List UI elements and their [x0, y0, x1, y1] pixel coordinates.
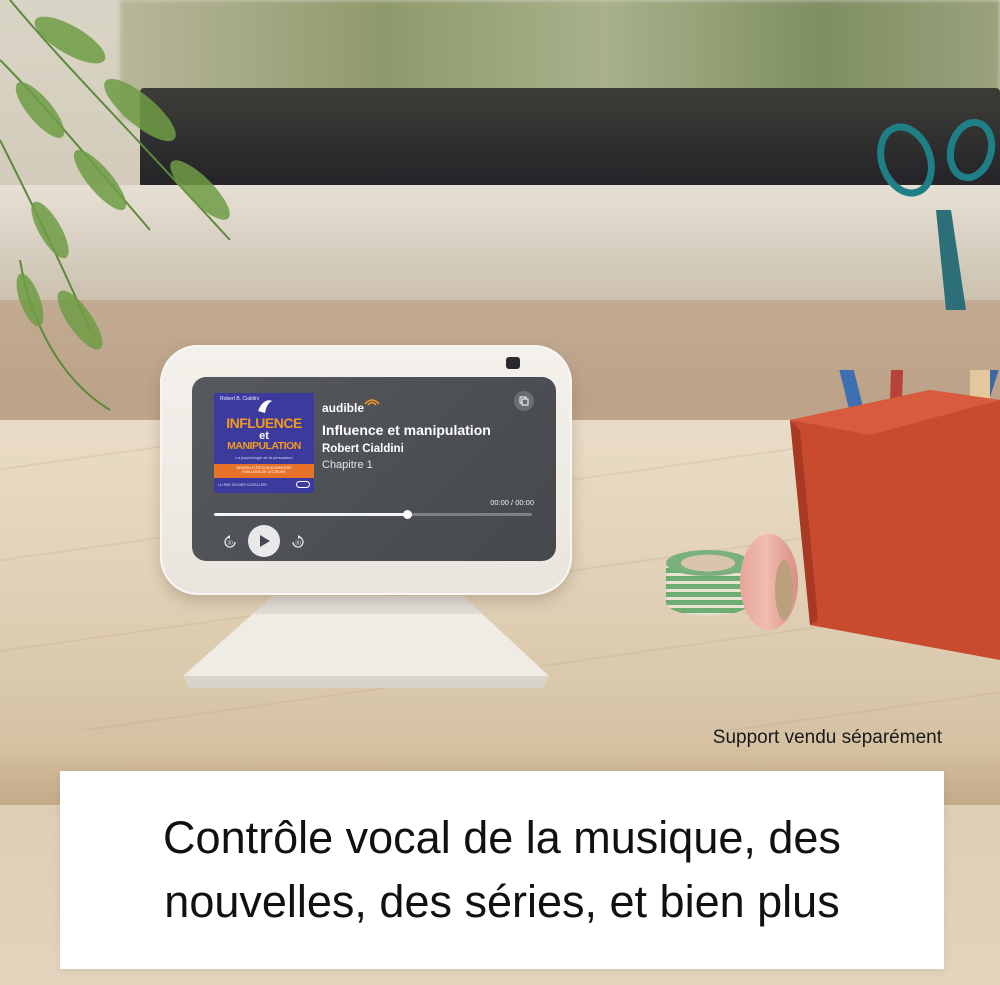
track-chapter: Chapitre 1 [322, 459, 373, 471]
forward-button[interactable]: 30 [290, 534, 306, 550]
washi-tape-pink-core [775, 560, 793, 620]
track-author: Robert Cialdini [322, 443, 404, 455]
play-button[interactable] [248, 525, 280, 557]
cover-author: Robert B. Cialdini [220, 396, 259, 402]
track-title: Influence et manipulation [322, 422, 491, 438]
audiobook-cover: Robert B. Cialdini INFLUENCE et MANIPULA… [214, 393, 314, 493]
scissors [877, 118, 996, 310]
cover-narrator: LU PAR OLIVIER CUVELLIER [218, 483, 267, 487]
play-icon [260, 535, 270, 547]
svg-text:30: 30 [295, 541, 301, 547]
caption-stand-sold-separately: Support vendu séparément [712, 727, 942, 748]
audible-logo: audible [322, 401, 365, 415]
device-stand [183, 596, 549, 688]
time-readout: 00:00 / 00:00 [490, 498, 534, 507]
camera-shutter [506, 357, 520, 369]
cast-icon [519, 396, 529, 406]
rewind-30-icon: 30 [224, 535, 236, 548]
washi-tape-green-top [666, 550, 750, 576]
banner-line-1: Contrôle vocal de la musique, des [163, 812, 841, 863]
progress-fill [214, 513, 408, 516]
progress-slider[interactable] [214, 510, 532, 519]
screen: Robert B. Cialdini INFLUENCE et MANIPULA… [192, 377, 556, 561]
banner-line-2: nouvelles, des séries, et bien plus [164, 876, 840, 927]
bird-icon [258, 400, 272, 413]
cover-title-line1: INFLUENCE [226, 415, 302, 431]
forward-30-icon: 30 [292, 535, 304, 548]
publisher-logo [296, 481, 310, 488]
cover-title-line3: MANIPULATION [227, 440, 301, 452]
feature-banner: Contrôle vocal de la musique, des nouvel… [60, 771, 944, 969]
cover-band: NOUVELLE ÉDITION AUGMENTÉE 5 MILLIONS DE… [214, 464, 314, 478]
audible-wave-icon [364, 399, 380, 406]
progress-knob[interactable] [403, 510, 413, 519]
cover-band-line2: 5 MILLIONS DE LECTEURS [242, 470, 286, 474]
pen-holder [790, 220, 1000, 660]
smart-display: Robert B. Cialdini INFLUENCE et MANIPULA… [160, 345, 572, 595]
cover-subtitle: La psychologie de la persuasion [235, 455, 293, 460]
cast-button[interactable] [514, 391, 534, 411]
svg-text:30: 30 [227, 541, 233, 547]
product-photo: Robert B. Cialdini INFLUENCE et MANIPULA… [0, 0, 1000, 985]
rewind-button[interactable]: 30 [222, 534, 238, 550]
